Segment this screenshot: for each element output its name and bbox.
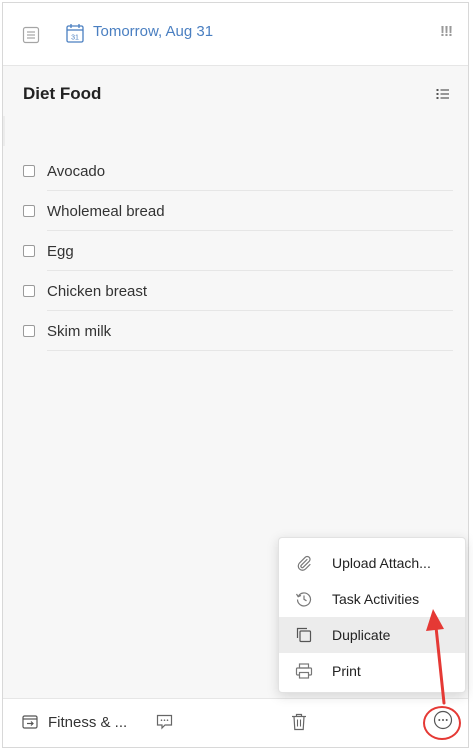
move-to-list-icon[interactable] xyxy=(22,714,38,730)
item-checkbox[interactable] xyxy=(23,245,35,257)
comment-icon[interactable] xyxy=(156,714,173,730)
menu-item-upload-attachment[interactable]: Upload Attach... xyxy=(279,545,465,581)
history-icon xyxy=(293,590,315,608)
task-header: 31 Tomorrow, Aug 31 !!! xyxy=(3,3,468,66)
menu-item-label: Upload Attach... xyxy=(332,555,431,571)
printer-icon xyxy=(293,662,315,680)
task-view-icon[interactable] xyxy=(22,26,40,44)
list-selector[interactable]: Fitness & ... xyxy=(48,714,127,731)
item-checkbox[interactable] xyxy=(23,165,35,177)
calendar-day: 31 xyxy=(71,35,79,42)
item-label[interactable]: Wholemeal bread xyxy=(47,203,165,220)
menu-item-label: Duplicate xyxy=(332,627,391,643)
item-label[interactable]: Chicken breast xyxy=(47,283,147,300)
annotation-circle xyxy=(423,706,461,740)
annotation-arrow xyxy=(426,609,446,705)
calendar-icon[interactable]: 31 xyxy=(66,23,84,43)
resize-handle[interactable] xyxy=(3,116,5,146)
checklist-mode-icon[interactable] xyxy=(436,88,450,100)
task-footer: Fitness & ... xyxy=(3,698,468,747)
item-label[interactable]: Skim milk xyxy=(47,323,111,340)
item-checkbox[interactable] xyxy=(23,205,35,217)
checklist-item: Egg xyxy=(23,231,453,271)
item-label[interactable]: Egg xyxy=(47,243,74,260)
item-checkbox[interactable] xyxy=(23,285,35,297)
due-date[interactable]: Tomorrow, Aug 31 xyxy=(93,23,213,40)
paperclip-icon xyxy=(293,554,315,572)
duplicate-icon xyxy=(293,626,315,644)
checklist: Avocado Wholemeal bread Egg Chicken brea… xyxy=(23,151,453,351)
trash-icon[interactable] xyxy=(291,713,307,731)
checklist-item: Avocado xyxy=(23,151,453,191)
menu-item-label: Print xyxy=(332,663,361,679)
menu-item-label: Task Activities xyxy=(332,591,420,607)
priority-flag[interactable]: !!! xyxy=(440,23,453,40)
checklist-item: Chicken breast xyxy=(23,271,453,311)
checklist-item: Skim milk xyxy=(23,311,453,351)
checklist-item: Wholemeal bread xyxy=(23,191,453,231)
task-title[interactable]: Diet Food xyxy=(23,84,101,104)
item-checkbox[interactable] xyxy=(23,325,35,337)
item-label[interactable]: Avocado xyxy=(47,163,105,180)
